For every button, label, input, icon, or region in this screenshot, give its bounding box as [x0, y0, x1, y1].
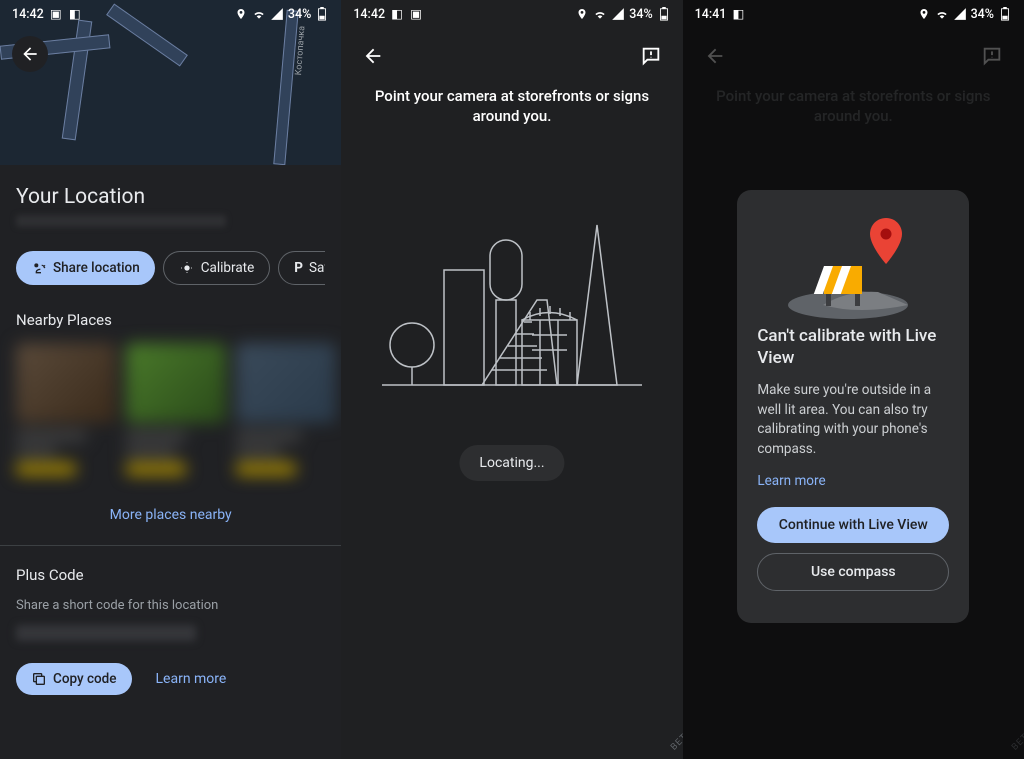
- map-preview[interactable]: Костопачка 14:42 ▣ ◧ 34%: [0, 0, 341, 165]
- sim-icon: ◧: [68, 7, 82, 21]
- feedback-icon: [981, 45, 1003, 67]
- plus-code-subheading: Share a short code for this location: [16, 598, 325, 613]
- calibrate-chip[interactable]: Calibrate: [163, 251, 271, 285]
- arrow-left-icon: [704, 45, 726, 67]
- feedback-button[interactable]: [974, 38, 1010, 74]
- beta-badge: BETA: [669, 727, 682, 752]
- locating-status: Locating...: [459, 445, 564, 481]
- share-icon: [31, 260, 47, 276]
- screen-your-location: Костопачка 14:42 ▣ ◧ 34% Your Location: [0, 0, 341, 759]
- battery-icon: [657, 7, 671, 21]
- nearby-places-carousel[interactable]: [16, 343, 325, 475]
- signal-icon: [953, 7, 967, 21]
- back-button[interactable]: [697, 38, 733, 74]
- chip-label: Calibrate: [201, 260, 255, 276]
- plus-code-heading: Plus Code: [16, 566, 325, 584]
- copy-code-button[interactable]: Copy code: [16, 663, 132, 695]
- action-chip-row: Share location Calibrate P Save park: [16, 251, 325, 285]
- status-time: 14:42: [353, 7, 385, 22]
- use-compass-button[interactable]: Use compass: [757, 553, 949, 591]
- learn-more-link[interactable]: Learn more: [757, 473, 949, 489]
- location-icon: [575, 7, 589, 21]
- nearby-heading: Nearby Places: [16, 311, 325, 329]
- battery-icon: [315, 7, 329, 21]
- calibrate-icon: [179, 260, 195, 276]
- instruction-text: Point your camera at storefronts or sign…: [361, 86, 662, 127]
- image-icon: ▣: [409, 7, 423, 21]
- divider: [0, 545, 341, 546]
- location-icon: [234, 7, 248, 21]
- city-illustration: [382, 220, 642, 390]
- arrow-left-icon: [20, 44, 40, 64]
- sim-icon: ◧: [731, 7, 745, 21]
- screen-calibration-error: 14:41 ◧ 34% Point your camera at storefr…: [683, 0, 1024, 759]
- learn-more-link[interactable]: Learn more: [156, 671, 227, 687]
- status-time: 14:42: [12, 7, 44, 22]
- map-street-label: Костопачка: [294, 26, 307, 76]
- back-button[interactable]: [12, 36, 48, 72]
- parking-icon: P: [294, 260, 303, 276]
- wifi-icon: [935, 7, 949, 21]
- image-icon: ▣: [49, 7, 63, 21]
- plus-code-redacted: [16, 625, 196, 641]
- status-time: 14:41: [695, 7, 727, 22]
- signal-icon: [270, 7, 284, 21]
- chip-label: Save park: [309, 260, 325, 276]
- sim-icon: ◧: [390, 7, 404, 21]
- battery-text: 34%: [971, 7, 994, 22]
- location-address-redacted: [16, 215, 226, 227]
- location-sheet: Your Location Share location Calibrate P…: [0, 165, 341, 759]
- wifi-icon: [252, 7, 266, 21]
- chip-label: Share location: [53, 260, 140, 276]
- arrow-left-icon: [362, 45, 384, 67]
- copy-icon: [31, 671, 47, 687]
- share-location-chip[interactable]: Share location: [16, 251, 155, 285]
- chip-label: Copy code: [53, 671, 117, 687]
- signal-icon: [611, 7, 625, 21]
- continue-live-view-button[interactable]: Continue with Live View: [757, 507, 949, 543]
- nearby-card[interactable]: [16, 343, 116, 475]
- battery-icon: [998, 7, 1012, 21]
- more-places-link[interactable]: More places nearby: [16, 495, 325, 545]
- back-button[interactable]: [355, 38, 391, 74]
- nearby-card[interactable]: [126, 343, 226, 475]
- battery-text: 34%: [629, 7, 652, 22]
- sheet-title: Your Location: [16, 185, 325, 209]
- nearby-card[interactable]: [236, 343, 336, 475]
- card-illustration: [757, 210, 949, 325]
- screen-live-view-locating: 14:42 ◧ ▣ 34% Point your camera at store…: [341, 0, 682, 759]
- card-body: Make sure you're outside in a well lit a…: [757, 381, 949, 459]
- feedback-button[interactable]: [633, 38, 669, 74]
- card-title: Can't calibrate with Live View: [757, 325, 949, 369]
- feedback-icon: [640, 45, 662, 67]
- error-card: Can't calibrate with Live View Make sure…: [737, 190, 969, 623]
- wifi-icon: [593, 7, 607, 21]
- save-parking-chip[interactable]: P Save park: [278, 251, 325, 285]
- battery-text: 34%: [288, 7, 311, 22]
- location-icon: [917, 7, 931, 21]
